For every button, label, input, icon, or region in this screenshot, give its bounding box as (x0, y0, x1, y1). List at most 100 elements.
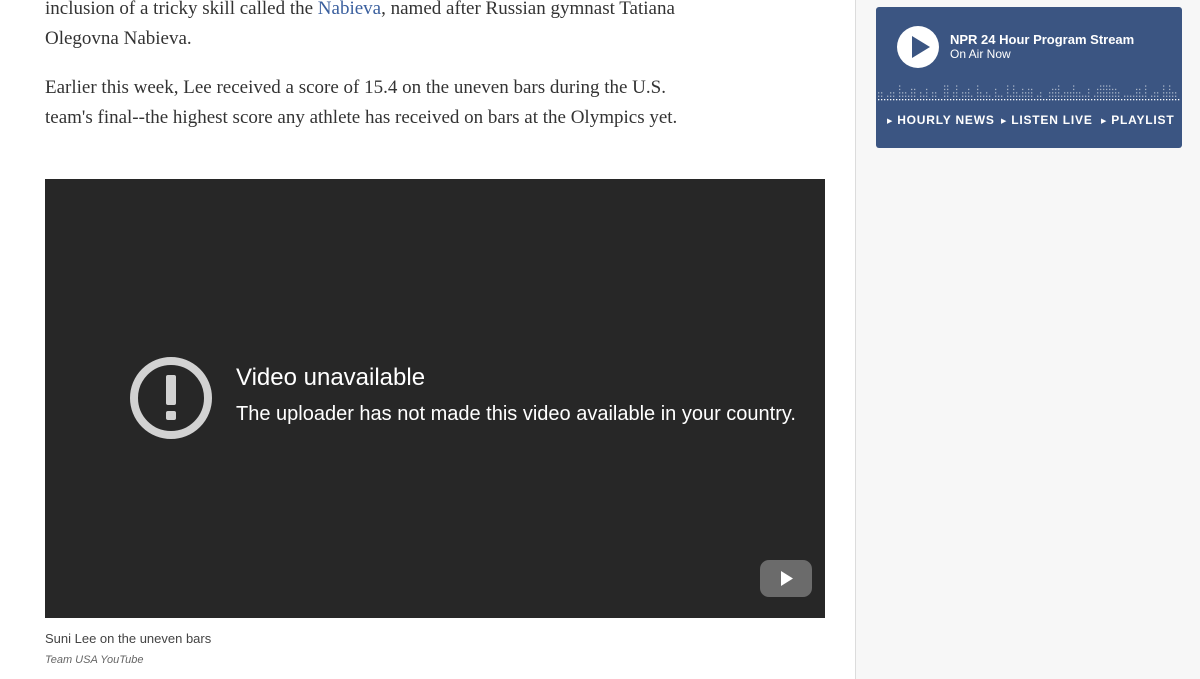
waveform-dot (956, 95, 958, 97)
waveform-dot (1079, 95, 1081, 97)
waveform-dot (1067, 95, 1069, 97)
waveform-dot (1172, 99, 1174, 101)
waveform-dot (1055, 99, 1057, 101)
waveform-dot (1163, 88, 1165, 91)
hourly-news-link[interactable]: ▶ HOURLY NEWS (887, 113, 995, 127)
waveform-dot (923, 99, 925, 101)
waveform-dot (1028, 88, 1030, 91)
waveform-dot (1139, 92, 1141, 94)
caret-right-icon: ▶ (1101, 118, 1108, 125)
waveform-dot (1073, 85, 1075, 87)
waveform-dot (1031, 88, 1033, 91)
waveform-dot (995, 95, 997, 97)
waveform-dot (911, 95, 913, 97)
waveform-dot (971, 95, 973, 97)
waveform-dot (1145, 92, 1147, 94)
waveform-dot (926, 88, 928, 91)
waveform-dot (1055, 92, 1057, 94)
youtube-play-icon[interactable] (760, 560, 812, 597)
waveform-dot (1031, 92, 1033, 94)
waveform-dot (980, 99, 982, 101)
waveform-dot (1013, 92, 1015, 94)
waveform-dot (962, 99, 964, 101)
waveform-dot (947, 92, 949, 94)
article-paragraph: inclusion of a tricky skill called the N… (45, 0, 835, 54)
waveform-dot (1112, 88, 1114, 91)
waveform-dot (1040, 95, 1042, 97)
waveform-dot (1121, 99, 1123, 101)
waveform-dot (1049, 95, 1051, 97)
waveform-dot (1115, 99, 1117, 101)
waveform-dot (926, 99, 928, 101)
waveform-dot (1118, 92, 1120, 94)
waveform-dot (944, 95, 946, 97)
waveform-dot (1082, 95, 1084, 97)
waveform-dot (905, 92, 907, 94)
waveform-dot (1100, 88, 1102, 91)
waveform-dot (1136, 92, 1138, 94)
waveform-dot (1016, 92, 1018, 94)
waveform-dot (938, 99, 940, 101)
waveform-dot (1166, 95, 1168, 97)
waveform-dot (1091, 99, 1093, 101)
npr-stream-player: NPR 24 Hour Program Stream On Air Now ▶ H… (876, 7, 1182, 148)
waveform-dot (1130, 99, 1132, 101)
waveform-dot (1019, 99, 1021, 101)
waveform-dot (1049, 99, 1051, 101)
waveform-dot (1076, 95, 1078, 97)
waveform-dot (1028, 95, 1030, 97)
waveform-dot (1016, 99, 1018, 101)
waveform-dot (1088, 95, 1090, 97)
waveform-dot (1019, 95, 1021, 97)
waveform-dot (1058, 99, 1060, 101)
waveform-dot (1160, 99, 1162, 101)
waveform-dot (905, 95, 907, 97)
waveform-dot (1049, 92, 1051, 94)
waveform-dot (953, 99, 955, 101)
waveform-dot (914, 99, 916, 101)
waveform-dot (974, 99, 976, 101)
waveform-dot (1031, 95, 1033, 97)
waveform-dot (1112, 99, 1114, 101)
play-icon (912, 36, 930, 58)
waveform-dot (1088, 88, 1090, 91)
waveform-dot (1109, 95, 1111, 97)
waveform-dot (1022, 92, 1024, 94)
waveform-dot (1103, 85, 1105, 87)
waveform-dot (1109, 99, 1111, 101)
waveform-dot (995, 99, 997, 101)
waveform-dot (953, 95, 955, 97)
waveform-dot (1079, 92, 1081, 94)
waveform-dot (1169, 99, 1171, 101)
nabieva-link[interactable]: Nabieva (318, 0, 381, 19)
stream-play-button[interactable] (897, 26, 939, 68)
waveform-dot (1103, 95, 1105, 97)
nav-link-label: PLAYLIST (1111, 113, 1175, 127)
waveform-dot (950, 99, 952, 101)
waveform-dot (1013, 95, 1015, 97)
waveform-dot (1100, 99, 1102, 101)
waveform-dot (986, 99, 988, 101)
waveform-dot (968, 92, 970, 94)
waveform-dot (1133, 99, 1135, 101)
waveform-dot (1163, 92, 1165, 94)
waveform-dot (1109, 85, 1111, 87)
page: inclusion of a tricky skill called the N… (0, 0, 1200, 679)
waveform-dot (947, 95, 949, 97)
waveform-dot (980, 92, 982, 94)
waveform-dot (887, 99, 889, 101)
playlist-link[interactable]: ▶ PLAYLIST (1101, 113, 1175, 127)
waveform-dot (1070, 92, 1072, 94)
waveform-dot (947, 99, 949, 101)
waveform-dot (1088, 92, 1090, 94)
waveform-dot (1115, 95, 1117, 97)
waveform-dot (953, 92, 955, 94)
waveform-dot (992, 99, 994, 101)
waveform-dot (1007, 95, 1009, 97)
waveform-dot (1040, 92, 1042, 94)
waveform-dot (1100, 85, 1102, 87)
waveform-dot (983, 99, 985, 101)
listen-live-link[interactable]: ▶ LISTEN LIVE (1001, 113, 1093, 127)
waveform-dot (1034, 99, 1036, 101)
waveform-dot (1076, 92, 1078, 94)
